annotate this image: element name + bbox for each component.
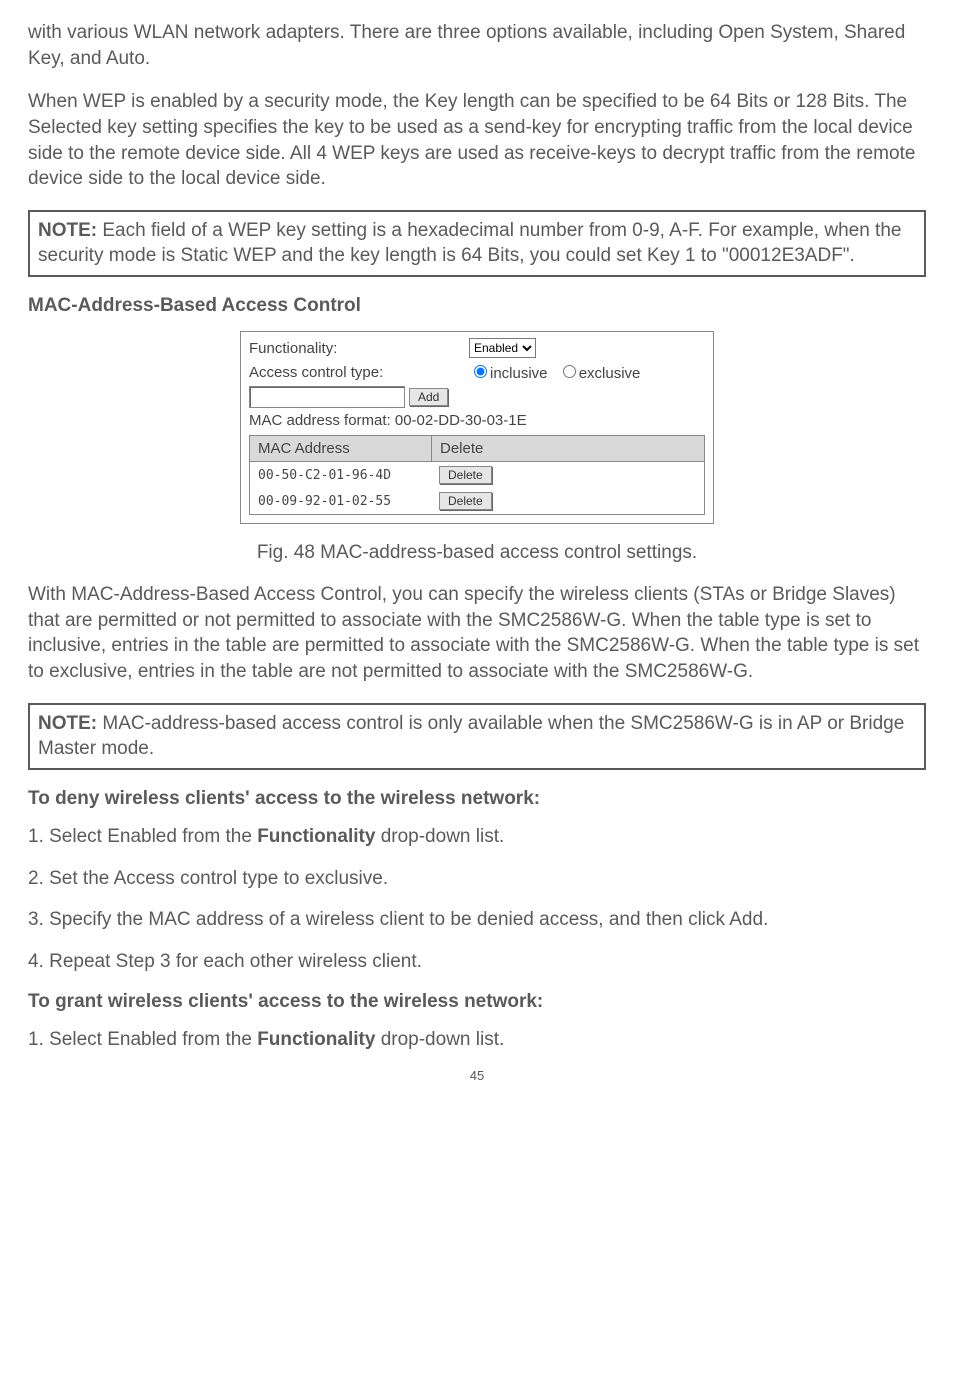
figure-caption: Fig. 48 MAC-address-based access control…: [28, 542, 926, 564]
radio-exclusive[interactable]: [563, 365, 576, 378]
note-box-1: NOTE: Each field of a WEP key setting is…: [28, 210, 926, 277]
heading-deny: To deny wireless clients' access to the …: [28, 788, 926, 810]
note-box-2: NOTE: MAC-address-based access control i…: [28, 703, 926, 770]
heading-grant: To grant wireless clients' access to the…: [28, 991, 926, 1013]
paragraph-2: When WEP is enabled by a security mode, …: [28, 89, 926, 192]
paragraph-1: with various WLAN network adapters. Ther…: [28, 20, 926, 71]
radio-inclusive-label: inclusive: [490, 365, 548, 382]
deny-step-1: 1. Select Enabled from the Functionality…: [28, 824, 926, 850]
step-text: 1. Select Enabled from the: [28, 1029, 257, 1050]
grant-step-1: 1. Select Enabled from the Functionality…: [28, 1027, 926, 1053]
deny-step-4: 4. Repeat Step 3 for each other wireless…: [28, 949, 926, 975]
step-text: drop-down list.: [375, 1029, 504, 1050]
header-mac-address: MAC Address: [250, 436, 432, 461]
mac-cell: 00-09-92-01-02-55: [250, 488, 431, 514]
note-label: NOTE:: [38, 220, 97, 241]
delete-button[interactable]: Delete: [439, 492, 492, 510]
delete-button[interactable]: Delete: [439, 466, 492, 484]
figure-mac-panel: Functionality: Enabled Access control ty…: [28, 331, 926, 524]
note-text: MAC-address-based access control is only…: [38, 713, 904, 760]
header-delete: Delete: [432, 436, 704, 461]
table-row: 00-09-92-01-02-55 Delete: [250, 488, 704, 514]
step-bold: Functionality: [257, 1029, 375, 1050]
mac-address-table: MAC Address Delete 00-50-C2-01-96-4D Del…: [249, 435, 705, 515]
step-text: 1. Select Enabled from the: [28, 826, 257, 847]
page-number: 45: [28, 1068, 926, 1083]
note-text: Each field of a WEP key setting is a hex…: [38, 220, 901, 267]
step-bold: Functionality: [257, 826, 375, 847]
deny-step-3: 3. Specify the MAC address of a wireless…: [28, 907, 926, 933]
note-label: NOTE:: [38, 713, 97, 734]
functionality-select[interactable]: Enabled: [469, 338, 536, 358]
table-row: 00-50-C2-01-96-4D Delete: [250, 462, 704, 488]
radio-exclusive-label: exclusive: [579, 365, 641, 382]
step-text: drop-down list.: [375, 826, 504, 847]
mac-cell: 00-50-C2-01-96-4D: [250, 462, 431, 488]
access-type-label: Access control type:: [249, 364, 469, 381]
heading-mac-access: MAC-Address-Based Access Control: [28, 295, 926, 317]
paragraph-3: With MAC-Address-Based Access Control, y…: [28, 582, 926, 685]
mac-format-line: MAC address format: 00-02-DD-30-03-1E: [249, 412, 527, 429]
deny-step-2: 2. Set the Access control type to exclus…: [28, 866, 926, 892]
add-button[interactable]: Add: [409, 388, 448, 406]
radio-inclusive[interactable]: [474, 365, 487, 378]
functionality-label: Functionality:: [249, 340, 469, 357]
mac-input[interactable]: [249, 386, 405, 408]
